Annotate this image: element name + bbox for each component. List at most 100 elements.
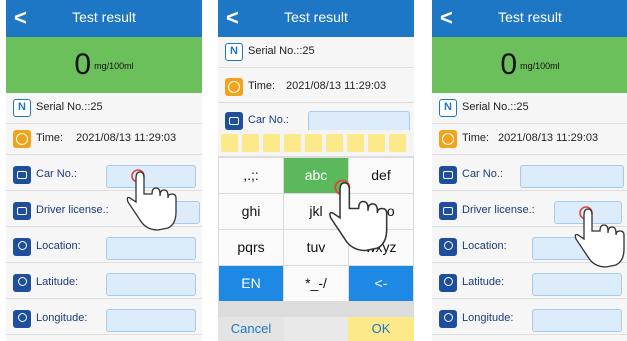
- key-pqrs[interactable]: pqrs: [219, 230, 283, 265]
- driver-license-label: Driver license.:: [462, 204, 535, 216]
- key-def[interactable]: def: [349, 158, 413, 193]
- time-label: Time:: [462, 132, 490, 144]
- driver-license-field[interactable]: [554, 201, 622, 224]
- time-label: Time:: [248, 80, 276, 92]
- header-bar: < Test result: [432, 0, 627, 37]
- candidate-bar: [218, 130, 414, 156]
- location-pin-icon: [439, 274, 457, 292]
- serial-row: Serial No.::25: [432, 93, 627, 124]
- car-no-label: Car No.:: [462, 168, 503, 180]
- candidate-cell[interactable]: [389, 134, 406, 152]
- serial-icon: [439, 99, 457, 117]
- longitude-field[interactable]: [532, 309, 622, 332]
- candidate-cell[interactable]: [263, 134, 280, 152]
- car-no-field[interactable]: [520, 165, 624, 188]
- screen-2: < Test result Serial No.::25 Time: 2021/…: [218, 0, 414, 341]
- longitude-field[interactable]: [106, 309, 196, 332]
- candidate-cell[interactable]: [221, 134, 238, 152]
- driver-license-label: Driver license.:: [36, 204, 109, 216]
- longitude-row: Longitude:: [6, 304, 202, 335]
- spacer-key: [284, 317, 348, 341]
- serial-row: Serial No.::25: [6, 93, 202, 124]
- result-panel: 0 mg/100ml: [6, 37, 202, 93]
- car-icon: [13, 166, 31, 184]
- car-no-row: Car No.:: [6, 160, 202, 191]
- screen-1: < Test result 0mg/100ml Serial No.::25 T…: [6, 0, 202, 341]
- candidate-cell[interactable]: [326, 134, 343, 152]
- serial-icon: [225, 43, 243, 61]
- clock-icon: [225, 78, 243, 96]
- key-wxyz[interactable]: wxyz: [349, 230, 413, 265]
- serial-label: Serial No.::25: [248, 45, 315, 57]
- serial-label: Serial No.::25: [36, 101, 103, 113]
- keyboard: ,.;: abc def ghi jkl mno pqrs tuv wxyz E…: [218, 130, 414, 341]
- page-title: Test result: [72, 9, 136, 25]
- driver-license-row: Driver license.:: [6, 196, 202, 227]
- location-pin-icon: [13, 274, 31, 292]
- latitude-label: Latitude:: [36, 276, 79, 288]
- cancel-button[interactable]: Cancel: [218, 317, 284, 341]
- key-symbols[interactable]: *_-/: [284, 266, 348, 301]
- car-no-label: Car No.:: [36, 168, 77, 180]
- latitude-row: Latitude:: [6, 268, 202, 299]
- car-no-field[interactable]: [106, 165, 196, 188]
- time-row: Time: 2021/08/13 11:29:03: [218, 72, 414, 103]
- key-backspace[interactable]: <-: [349, 266, 413, 301]
- location-row: Location:: [432, 232, 627, 263]
- key-tuv[interactable]: tuv: [284, 230, 348, 265]
- header-bar: < Test result: [218, 0, 414, 37]
- car-no-row: Car No.:: [432, 160, 627, 191]
- clock-icon: [13, 130, 31, 148]
- latitude-field[interactable]: [532, 273, 622, 296]
- serial-row: Serial No.::25: [218, 37, 414, 68]
- time-value: 2021/08/13 11:29:03: [286, 80, 387, 92]
- id-card-icon: [439, 202, 457, 220]
- key-punctuation[interactable]: ,.;:: [219, 158, 283, 193]
- candidate-cell[interactable]: [305, 134, 322, 152]
- time-row: Time: 2021/08/13 11:29:03: [6, 124, 202, 155]
- ok-button[interactable]: OK: [348, 317, 414, 341]
- longitude-row: Longitude:: [432, 304, 627, 335]
- time-label: Time:: [36, 132, 64, 144]
- header-bar: < Test result: [6, 0, 202, 37]
- location-row: Location:: [6, 232, 202, 263]
- result-value: 0: [500, 48, 518, 81]
- result-unit: mg/100ml: [94, 61, 134, 72]
- location-label: Location:: [462, 240, 507, 252]
- result-panel: 0 mg/100ml: [432, 37, 627, 93]
- latitude-field[interactable]: [106, 273, 196, 296]
- page-title: Test result: [498, 9, 562, 25]
- key-mno[interactable]: mno: [349, 194, 413, 229]
- serial-label: Serial No.::25: [462, 101, 529, 113]
- candidate-cell[interactable]: [347, 134, 364, 152]
- location-pin-icon: [439, 310, 457, 328]
- key-jkl[interactable]: jkl: [284, 194, 348, 229]
- location-label: Location:: [36, 240, 81, 252]
- car-icon: [225, 112, 243, 130]
- id-card-icon: [13, 202, 31, 220]
- latitude-row: Latitude:: [432, 268, 627, 299]
- longitude-label: Longitude:: [462, 312, 514, 324]
- time-value: 2021/08/13 11:29:03: [498, 132, 599, 144]
- car-no-label: Car No.:: [248, 114, 289, 126]
- location-pin-icon: [439, 238, 457, 256]
- candidate-cell[interactable]: [284, 134, 301, 152]
- candidate-cell[interactable]: [242, 134, 259, 152]
- key-abc[interactable]: abc: [284, 158, 348, 193]
- longitude-label: Longitude:: [36, 312, 88, 324]
- key-ghi[interactable]: ghi: [219, 194, 283, 229]
- key-language[interactable]: EN: [219, 266, 283, 301]
- clock-icon: [439, 130, 457, 148]
- location-field[interactable]: [532, 237, 622, 260]
- page-title: Test result: [284, 9, 348, 25]
- driver-license-field[interactable]: [146, 201, 200, 224]
- location-pin-icon: [13, 238, 31, 256]
- driver-license-row: Driver license.:: [432, 196, 627, 227]
- latitude-label: Latitude:: [462, 276, 505, 288]
- car-icon: [439, 166, 457, 184]
- location-pin-icon: [13, 310, 31, 328]
- result-value: 0: [74, 48, 92, 81]
- location-field[interactable]: [106, 237, 196, 260]
- time-row: Time: 2021/08/13 11:29:03: [432, 124, 627, 155]
- candidate-cell[interactable]: [368, 134, 385, 152]
